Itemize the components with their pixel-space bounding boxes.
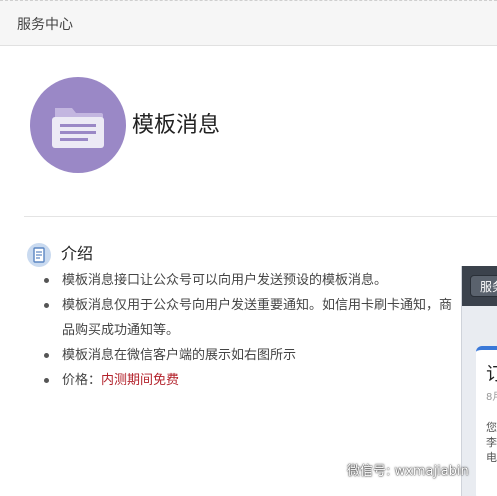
- page-title: 服务中心: [17, 17, 73, 33]
- price-value: 内测期间免费: [101, 373, 180, 388]
- list-item: 模板消息在微信客户端的展示如右图所示: [44, 343, 454, 368]
- preview-message-card: 订 8月 您 李 电: [476, 346, 497, 496]
- preview-card-line: 李: [486, 436, 497, 449]
- intro-list: 模板消息接口让公众号可以向用户发送预设的模板消息。 模板消息仅用于公众号向用户发…: [44, 268, 454, 393]
- preview-card-line: 电: [486, 451, 497, 464]
- price-label: 价格：: [62, 373, 102, 388]
- preview-nav-bar: 服务: [462, 266, 497, 306]
- divider: [24, 216, 497, 217]
- wechat-icon: [316, 462, 341, 482]
- preview-back-button: 服务: [470, 275, 497, 297]
- list-item: 模板消息接口让公众号可以向用户发送预设的模板消息。: [44, 268, 454, 293]
- price-item: 价格：内测期间免费: [44, 368, 454, 393]
- section-title: 介绍: [61, 244, 94, 263]
- plugin-title: 模板消息: [132, 113, 221, 138]
- document-folder-icon: [52, 108, 104, 148]
- plugin-logo: [30, 77, 126, 173]
- preview-card-title: 订: [486, 364, 497, 386]
- section-icon: [27, 243, 51, 267]
- watermark-text: 微信号: wxmajiabin: [347, 464, 469, 479]
- preview-card-date: 8月: [486, 392, 497, 403]
- top-bar: 服务中心: [0, 0, 497, 46]
- document-icon: [33, 247, 45, 263]
- list-item: 模板消息仅用于公众号向用户发送重要通知。如信用卡刷卡通知，商品购买成功通知等。: [44, 293, 454, 343]
- preview-card-line: 您: [486, 421, 497, 434]
